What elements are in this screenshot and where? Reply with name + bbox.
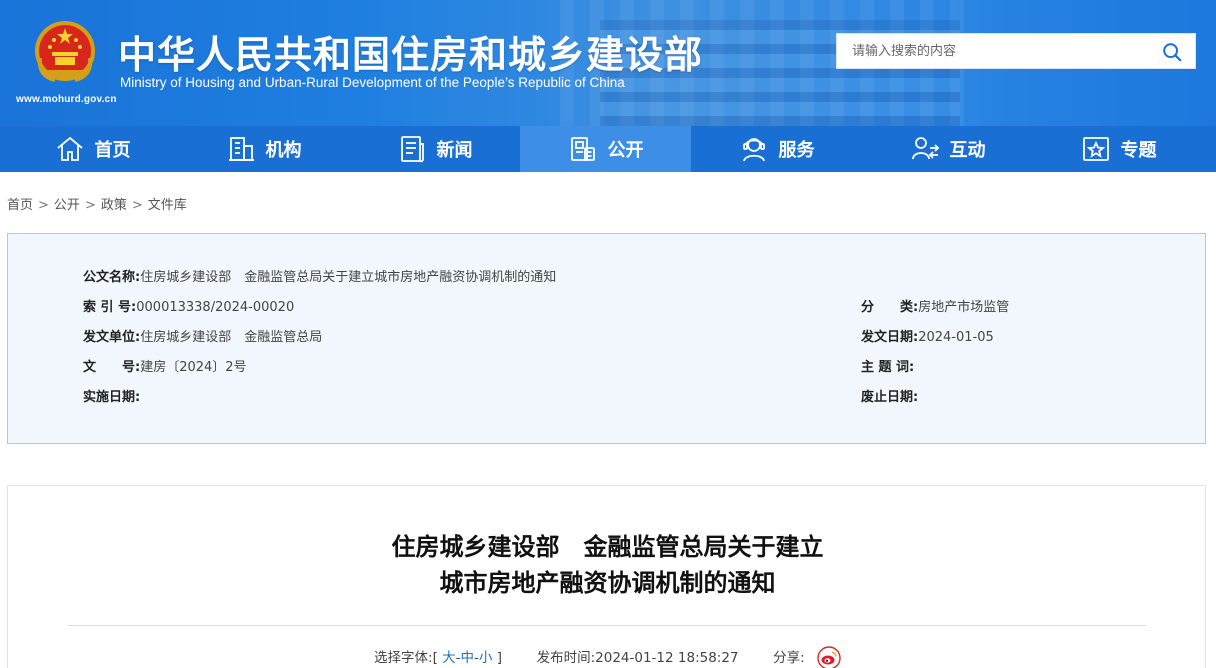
- breadcrumb-separator: >: [38, 198, 49, 213]
- publish-time-value: 2024-01-12 18:58:27: [595, 650, 739, 666]
- font-size-label: 选择字体:: [374, 650, 433, 666]
- info-docno-label: 文 号:: [83, 360, 141, 375]
- info-row-index: 索 引 号:000013338/2024-00020: [83, 296, 294, 315]
- font-size-small[interactable]: 小: [479, 650, 493, 666]
- font-size-large[interactable]: 大: [442, 650, 456, 666]
- breadcrumb-separator: >: [131, 198, 143, 213]
- site-url: www.mohurd.gov.cn: [16, 94, 117, 105]
- national-emblem-icon[interactable]: [30, 18, 100, 88]
- nav-item-label: 公开: [607, 140, 644, 161]
- newspaper-icon: [400, 136, 424, 163]
- search-icon[interactable]: [1161, 41, 1183, 63]
- font-size-bracket-close: ]: [496, 650, 502, 666]
- info-docno-value: 建房〔2024〕2号: [140, 360, 247, 375]
- article-divider: [68, 625, 1146, 626]
- nav-item-news[interactable]: 新闻: [349, 126, 520, 172]
- interaction-icon: [911, 137, 939, 160]
- article-panel: 住房城乡建设部 金融监管总局关于建立 城市房地产融资协调机制的通知 选择字体:[…: [7, 485, 1206, 668]
- info-row-date: 发文日期:2024-01-05: [861, 326, 994, 345]
- breadcrumb-public[interactable]: 公开: [54, 198, 80, 213]
- info-row-keywords: 主 题 词:: [861, 356, 914, 375]
- site-header: www.mohurd.gov.cn 中华人民共和国住房和城乡建设部 Minist…: [0, 0, 1216, 126]
- info-row-category: 分 类:房地产市场监管: [861, 296, 1009, 315]
- breadcrumb-home[interactable]: 首页: [7, 198, 33, 213]
- nav-item-services[interactable]: 服务: [691, 126, 862, 172]
- publish-time-label: 发布时间:: [536, 650, 596, 666]
- share-label: 分享:: [773, 650, 805, 666]
- info-index-label: 索 引 号:: [83, 300, 137, 315]
- weibo-icon[interactable]: [817, 646, 841, 668]
- info-category-label: 分 类:: [861, 300, 919, 315]
- info-row-expiry: 废止日期:: [861, 386, 918, 405]
- breadcrumb-library[interactable]: 文件库: [148, 198, 187, 213]
- article-title-line-1: 住房城乡建设部 金融监管总局关于建立: [391, 533, 824, 561]
- article-title-line-2: 城市房地产融资协调机制的通知: [439, 569, 776, 597]
- nav-item-label: 首页: [94, 140, 131, 161]
- service-person-icon: [742, 138, 765, 162]
- star-frame-icon: [1082, 137, 1109, 161]
- font-size-bracket-open: [: [432, 650, 438, 666]
- nav-item-organization[interactable]: 机构: [178, 126, 349, 172]
- breadcrumb-separator: >: [84, 198, 96, 213]
- info-expiry-label: 废止日期:: [861, 390, 919, 405]
- nav-item-interaction[interactable]: 互动: [862, 126, 1033, 172]
- nav-item-label: 服务: [778, 140, 815, 161]
- info-category-value: 房地产市场监管: [918, 300, 1010, 315]
- nav-item-home[interactable]: 首页: [7, 126, 178, 172]
- breadcrumb: 首页 > 公开 > 政策 > 文件库: [7, 194, 187, 213]
- search-box: [836, 33, 1196, 69]
- info-effective-label: 实施日期:: [83, 390, 141, 405]
- home-icon: [56, 136, 83, 161]
- info-date-value: 2024-01-05: [918, 330, 994, 345]
- building-icon: [228, 137, 254, 161]
- info-row-effective: 实施日期:: [83, 386, 140, 405]
- info-row-title: 公文名称:住房城乡建设部 金融监管总局关于建立城市房地产融资协调机制的通知: [83, 266, 556, 285]
- site-subtitle: Ministry of Housing and Urban-Rural Deve…: [120, 75, 625, 90]
- document-info-panel: 公文名称:住房城乡建设部 金融监管总局关于建立城市房地产融资协调机制的通知 索 …: [7, 233, 1206, 444]
- document-icon: [570, 137, 595, 161]
- nav-item-label: 新闻: [436, 140, 473, 161]
- info-issuer-value: 住房城乡建设部 金融监管总局: [140, 330, 323, 345]
- breadcrumb-policy[interactable]: 政策: [101, 198, 127, 213]
- info-row-issuer: 发文单位:住房城乡建设部 金融监管总局: [83, 326, 322, 345]
- info-date-label: 发文日期:: [861, 330, 919, 345]
- info-title-value: 住房城乡建设部 金融监管总局关于建立城市房地产融资协调机制的通知: [140, 270, 557, 285]
- info-keywords-label: 主 题 词:: [861, 360, 915, 375]
- font-size-medium[interactable]: 中: [461, 650, 475, 666]
- info-row-docno: 文 号:建房〔2024〕2号: [83, 356, 247, 375]
- nav-item-label: 机构: [265, 140, 302, 161]
- info-index-value: 000013338/2024-00020: [136, 300, 295, 315]
- nav-item-public[interactable]: 公开: [520, 126, 691, 172]
- article-meta: 选择字体:[ 大-中-小 ] 发布时间:2024-01-12 18:58:27 …: [8, 646, 1207, 668]
- font-size-selector: 选择字体:[ 大-中-小 ]: [374, 650, 506, 666]
- nav-item-label: 互动: [949, 140, 986, 161]
- info-issuer-label: 发文单位:: [83, 330, 141, 345]
- site-title[interactable]: 中华人民共和国住房和城乡建设部: [118, 24, 703, 79]
- info-title-label: 公文名称:: [83, 270, 141, 285]
- nav-item-topics[interactable]: 专题: [1033, 126, 1204, 172]
- nav-item-label: 专题: [1120, 140, 1157, 161]
- search-input[interactable]: [837, 34, 1147, 68]
- main-nav: 首页 机构 新闻 公开 服务 互动 专题: [0, 126, 1216, 172]
